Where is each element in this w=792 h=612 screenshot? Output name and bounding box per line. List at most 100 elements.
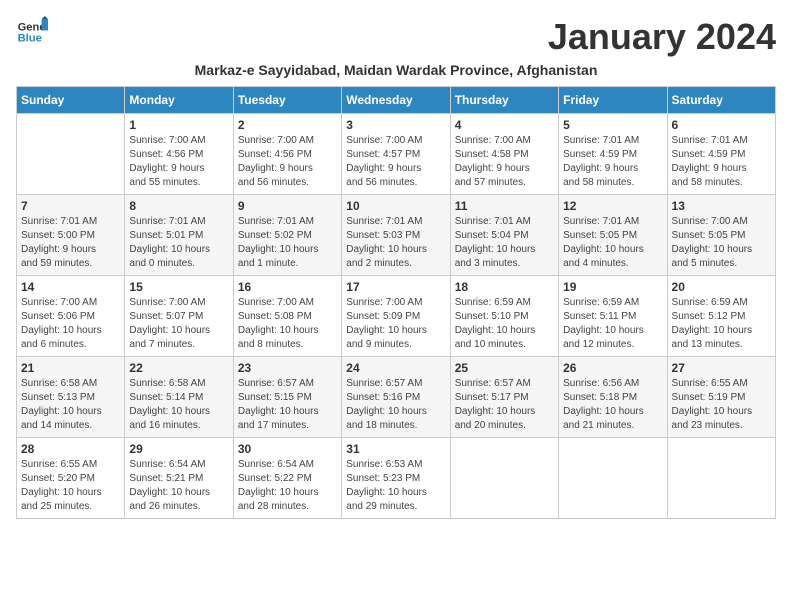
day-info: Sunrise: 6:59 AMSunset: 5:12 PMDaylight:… — [672, 296, 771, 352]
day-info: Sunrise: 6:56 AMSunset: 5:18 PMDaylight:… — [563, 377, 662, 433]
day-info: Sunrise: 7:00 AMSunset: 4:57 PMDaylight:… — [346, 134, 445, 190]
day-number: 18 — [455, 280, 554, 294]
day-info: Sunrise: 7:01 AMSunset: 5:05 PMDaylight:… — [563, 215, 662, 271]
day-number: 2 — [238, 118, 337, 132]
calendar-week-row: 14 Sunrise: 7:00 AMSunset: 5:06 PMDayligh… — [17, 276, 776, 357]
day-number: 13 — [672, 199, 771, 213]
day-number: 4 — [455, 118, 554, 132]
day-info: Sunrise: 7:00 AMSunset: 5:06 PMDaylight:… — [21, 296, 120, 352]
svg-text:Blue: Blue — [18, 33, 42, 45]
calendar-table: SundayMondayTuesdayWednesdayThursdayFrid… — [16, 86, 776, 519]
day-info: Sunrise: 7:01 AMSunset: 5:04 PMDaylight:… — [455, 215, 554, 271]
day-number: 25 — [455, 361, 554, 375]
day-header-monday: Monday — [125, 87, 233, 114]
calendar-cell: 6Sunrise: 7:01 AMSunset: 4:59 PMDaylight… — [667, 114, 775, 195]
day-header-wednesday: Wednesday — [342, 87, 450, 114]
day-info: Sunrise: 6:54 AMSunset: 5:22 PMDaylight:… — [238, 458, 337, 514]
calendar-cell: 15 Sunrise: 7:00 AMSunset: 5:07 PMDayligh… — [125, 276, 233, 357]
month-title: January 2024 — [548, 16, 776, 58]
calendar-cell: 30 Sunrise: 6:54 AMSunset: 5:22 PMDayligh… — [233, 438, 341, 519]
calendar-cell — [667, 438, 775, 519]
calendar-cell: 26 Sunrise: 6:56 AMSunset: 5:18 PMDayligh… — [559, 357, 667, 438]
day-info: Sunrise: 7:01 AMSunset: 5:00 PMDaylight:… — [21, 215, 120, 271]
calendar-cell: 16 Sunrise: 7:00 AMSunset: 5:08 PMDayligh… — [233, 276, 341, 357]
calendar-cell: 27Sunrise: 6:55 AMSunset: 5:19 PMDayligh… — [667, 357, 775, 438]
day-number: 28 — [21, 442, 120, 456]
day-info: Sunrise: 7:01 AMSunset: 4:59 PMDaylight:… — [672, 134, 771, 190]
day-number: 15 — [129, 280, 228, 294]
day-info: Sunrise: 7:00 AMSunset: 4:56 PMDaylight:… — [129, 134, 228, 190]
day-header-tuesday: Tuesday — [233, 87, 341, 114]
subtitle: Markaz-e Sayyidabad, Maidan Wardak Provi… — [16, 62, 776, 78]
header: General Blue January 2024 — [16, 16, 776, 58]
day-info: Sunrise: 6:55 AMSunset: 5:20 PMDaylight:… — [21, 458, 120, 514]
day-number: 5 — [563, 118, 662, 132]
calendar-cell: 25 Sunrise: 6:57 AMSunset: 5:17 PMDayligh… — [450, 357, 558, 438]
day-info: Sunrise: 7:00 AMSunset: 5:07 PMDaylight:… — [129, 296, 228, 352]
calendar-header-row: SundayMondayTuesdayWednesdayThursdayFrid… — [17, 87, 776, 114]
day-info: Sunrise: 6:59 AMSunset: 5:11 PMDaylight:… — [563, 296, 662, 352]
calendar-cell: 8Sunrise: 7:01 AMSunset: 5:01 PMDaylight… — [125, 195, 233, 276]
calendar-cell: 14 Sunrise: 7:00 AMSunset: 5:06 PMDayligh… — [17, 276, 125, 357]
day-info: Sunrise: 7:00 AMSunset: 5:09 PMDaylight:… — [346, 296, 445, 352]
day-number: 29 — [129, 442, 228, 456]
day-number: 10 — [346, 199, 445, 213]
day-number: 3 — [346, 118, 445, 132]
calendar-cell: 2 Sunrise: 7:00 AMSunset: 4:56 PMDaylight… — [233, 114, 341, 195]
day-info: Sunrise: 7:01 AMSunset: 5:01 PMDaylight:… — [129, 215, 228, 271]
day-info: Sunrise: 6:58 AMSunset: 5:13 PMDaylight:… — [21, 377, 120, 433]
day-number: 26 — [563, 361, 662, 375]
day-number: 1 — [129, 118, 228, 132]
logo: General Blue — [16, 16, 48, 48]
calendar-cell — [559, 438, 667, 519]
day-header-saturday: Saturday — [667, 87, 775, 114]
calendar-cell: 11 Sunrise: 7:01 AMSunset: 5:04 PMDayligh… — [450, 195, 558, 276]
day-number: 12 — [563, 199, 662, 213]
calendar-cell: 31 Sunrise: 6:53 AMSunset: 5:23 PMDayligh… — [342, 438, 450, 519]
day-header-thursday: Thursday — [450, 87, 558, 114]
calendar-week-row: 21 Sunrise: 6:58 AMSunset: 5:13 PMDayligh… — [17, 357, 776, 438]
day-info: Sunrise: 7:01 AMSunset: 5:02 PMDaylight:… — [238, 215, 337, 271]
day-number: 30 — [238, 442, 337, 456]
calendar-cell: 1 Sunrise: 7:00 AMSunset: 4:56 PMDaylight… — [125, 114, 233, 195]
calendar-cell: 24Sunrise: 6:57 AMSunset: 5:16 PMDayligh… — [342, 357, 450, 438]
day-number: 7 — [21, 199, 120, 213]
day-number: 14 — [21, 280, 120, 294]
calendar-cell: 13Sunrise: 7:00 AMSunset: 5:05 PMDayligh… — [667, 195, 775, 276]
calendar-cell: 7 Sunrise: 7:01 AMSunset: 5:00 PMDaylight… — [17, 195, 125, 276]
day-number: 17 — [346, 280, 445, 294]
day-number: 16 — [238, 280, 337, 294]
day-info: Sunrise: 7:00 AMSunset: 5:08 PMDaylight:… — [238, 296, 337, 352]
calendar-week-row: 1 Sunrise: 7:00 AMSunset: 4:56 PMDaylight… — [17, 114, 776, 195]
day-info: Sunrise: 6:57 AMSunset: 5:17 PMDaylight:… — [455, 377, 554, 433]
calendar-cell: 23Sunrise: 6:57 AMSunset: 5:15 PMDayligh… — [233, 357, 341, 438]
day-number: 31 — [346, 442, 445, 456]
day-header-friday: Friday — [559, 87, 667, 114]
calendar-cell: 17 Sunrise: 7:00 AMSunset: 5:09 PMDayligh… — [342, 276, 450, 357]
day-info: Sunrise: 7:01 AMSunset: 4:59 PMDaylight:… — [563, 134, 662, 190]
day-info: Sunrise: 6:54 AMSunset: 5:21 PMDaylight:… — [129, 458, 228, 514]
calendar-cell: 10 Sunrise: 7:01 AMSunset: 5:03 PMDayligh… — [342, 195, 450, 276]
day-number: 20 — [672, 280, 771, 294]
day-info: Sunrise: 6:57 AMSunset: 5:15 PMDaylight:… — [238, 377, 337, 433]
day-number: 21 — [21, 361, 120, 375]
day-info: Sunrise: 6:53 AMSunset: 5:23 PMDaylight:… — [346, 458, 445, 514]
calendar-cell: 4Sunrise: 7:00 AMSunset: 4:58 PMDaylight… — [450, 114, 558, 195]
calendar-cell: 20 Sunrise: 6:59 AMSunset: 5:12 PMDayligh… — [667, 276, 775, 357]
day-number: 11 — [455, 199, 554, 213]
day-number: 22 — [129, 361, 228, 375]
calendar-cell — [17, 114, 125, 195]
day-number: 9 — [238, 199, 337, 213]
calendar-cell: 19Sunrise: 6:59 AMSunset: 5:11 PMDayligh… — [559, 276, 667, 357]
day-header-sunday: Sunday — [17, 87, 125, 114]
logo-icon: General Blue — [16, 16, 48, 48]
day-info: Sunrise: 7:00 AMSunset: 4:56 PMDaylight:… — [238, 134, 337, 190]
day-info: Sunrise: 6:55 AMSunset: 5:19 PMDaylight:… — [672, 377, 771, 433]
day-info: Sunrise: 7:01 AMSunset: 5:03 PMDaylight:… — [346, 215, 445, 271]
calendar-cell: 12 Sunrise: 7:01 AMSunset: 5:05 PMDayligh… — [559, 195, 667, 276]
calendar-cell: 18Sunrise: 6:59 AMSunset: 5:10 PMDayligh… — [450, 276, 558, 357]
calendar-cell — [450, 438, 558, 519]
calendar-cell: 3 Sunrise: 7:00 AMSunset: 4:57 PMDaylight… — [342, 114, 450, 195]
calendar-week-row: 7 Sunrise: 7:01 AMSunset: 5:00 PMDaylight… — [17, 195, 776, 276]
calendar-week-row: 28 Sunrise: 6:55 AMSunset: 5:20 PMDayligh… — [17, 438, 776, 519]
